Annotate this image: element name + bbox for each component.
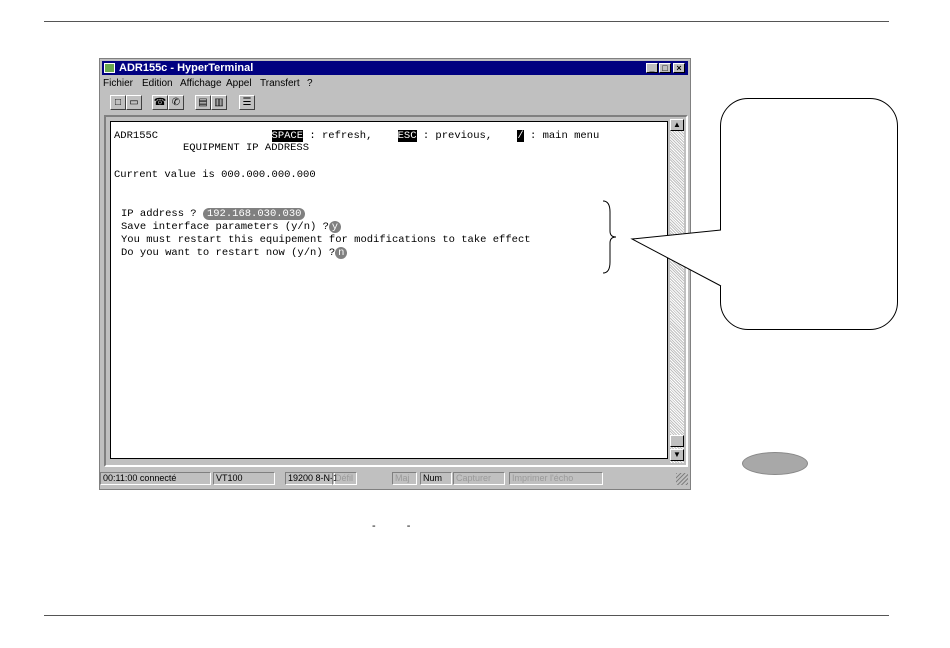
save-prompt: Save interface parameters (y/n) ? — [121, 221, 329, 233]
status-capture: Capturer — [453, 472, 505, 485]
menu-transfert[interactable]: Transfert — [260, 78, 300, 89]
hyperterminal-icon — [104, 63, 115, 73]
status-connected: 00:11:00 connecté — [100, 472, 211, 485]
disconnect-icon[interactable]: ✆ — [168, 95, 184, 110]
ip-address-line: IP address ? 192.168.030.030 — [121, 208, 306, 220]
status-caps: Maj — [392, 472, 417, 485]
menu-help[interactable]: ? — [307, 78, 313, 89]
menu-affichage[interactable]: Affichage — [180, 78, 222, 89]
previous-label: : previous, — [422, 130, 493, 142]
bottom-rule — [44, 615, 889, 616]
restart-notice: You must restart this equipement for mod… — [121, 234, 531, 246]
grey-oval-marker — [742, 452, 808, 475]
esc-key: ESC — [397, 130, 417, 142]
space-key: SPACE — [271, 130, 304, 142]
status-emulation: VT100 — [213, 472, 275, 485]
receive-icon[interactable]: ▥ — [211, 95, 227, 110]
phone-icon[interactable]: ☎ — [152, 95, 168, 110]
device-name: ADR155C — [114, 130, 159, 142]
close-button[interactable]: × — [673, 63, 685, 73]
ip-value: 192.168.030.030 — [202, 208, 306, 220]
speech-bubble — [720, 98, 898, 330]
save-answer: y — [328, 221, 341, 233]
screen-title: EQUIPMENT IP ADDRESS — [183, 142, 310, 154]
header-line: ADR155C SPACE : refresh, ESC : previous,… — [114, 130, 599, 142]
restart-line: Do you want to restart now (y/n) ? n — [121, 247, 348, 259]
hyperterminal-window: ADR155c - HyperTerminal _ □ × Fichier Ed… — [99, 58, 691, 490]
new-icon[interactable]: □ — [110, 95, 126, 110]
open-icon[interactable]: ▭ — [126, 95, 142, 110]
restart-prompt: Do you want to restart now (y/n) ? — [121, 247, 336, 259]
resize-grip-icon[interactable] — [676, 473, 688, 485]
scroll-down-icon[interactable]: ▼ — [670, 449, 684, 461]
save-line: Save interface parameters (y/n) ? y — [121, 221, 341, 233]
properties-icon[interactable]: ☰ — [239, 95, 255, 110]
footer-dashes: - - — [372, 520, 425, 532]
top-rule — [44, 21, 889, 22]
scroll-thumb[interactable] — [670, 435, 684, 447]
scroll-up-icon[interactable]: ▲ — [670, 119, 684, 131]
status-port: 19200 8-N-1 — [285, 472, 338, 485]
status-print-echo: Imprimer l'écho — [509, 472, 603, 485]
current-value: Current value is 000.000.000.000 — [114, 169, 316, 181]
minimize-button[interactable]: _ — [646, 63, 658, 73]
maximize-button[interactable]: □ — [659, 63, 671, 73]
menu-appel[interactable]: Appel — [226, 78, 252, 89]
vertical-scrollbar[interactable]: ▲ ▼ — [670, 119, 684, 463]
refresh-label: : refresh, — [309, 130, 373, 142]
window-title: ADR155c - HyperTerminal — [119, 62, 254, 74]
menu-edition[interactable]: Edition — [142, 78, 173, 89]
slash-key: / — [517, 130, 524, 142]
status-scroll: Défil — [332, 472, 357, 485]
title-bar: ADR155c - HyperTerminal _ □ × — [102, 61, 688, 75]
terminal-screen[interactable]: ADR155C SPACE : refresh, ESC : previous,… — [110, 121, 668, 459]
restart-answer: n — [335, 247, 348, 259]
send-icon[interactable]: ▤ — [195, 95, 211, 110]
main-menu-label: : main menu — [529, 130, 600, 142]
status-bar: 00:11:00 connecté VT100 19200 8-N-1 Défi… — [100, 471, 690, 487]
menu-fichier[interactable]: Fichier — [103, 78, 133, 89]
ip-prompt: IP address ? — [121, 208, 197, 220]
terminal-area: ADR155C SPACE : refresh, ESC : previous,… — [104, 115, 688, 467]
status-num: Num — [420, 472, 452, 485]
